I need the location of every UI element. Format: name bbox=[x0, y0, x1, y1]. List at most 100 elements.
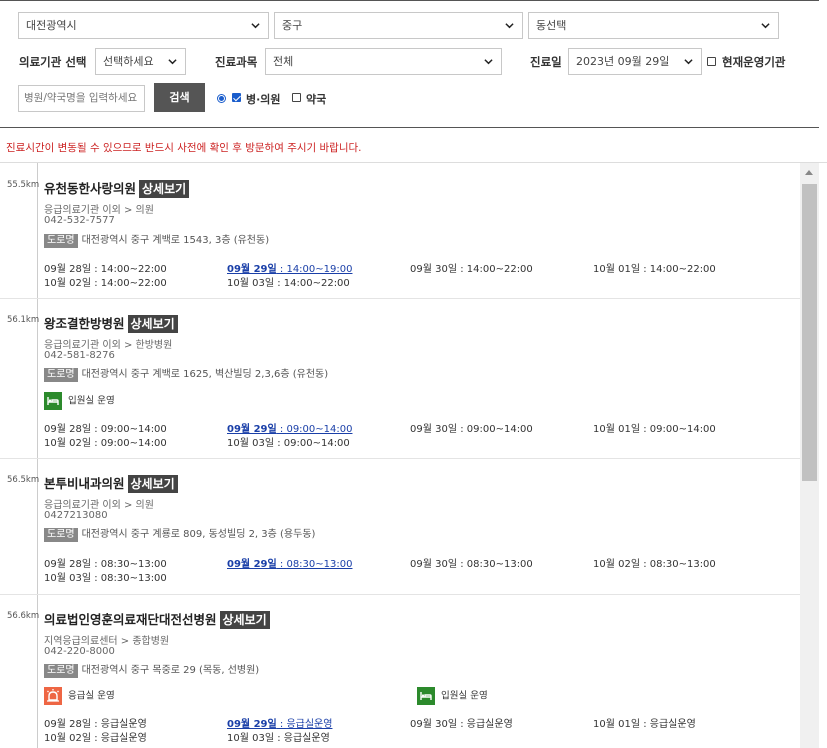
hours-entry: 10월 01일 : 14:00~22:00 bbox=[593, 264, 716, 275]
region-dong-select[interactable]: 동선택 bbox=[528, 12, 779, 39]
scroll-up-arrow-icon[interactable] bbox=[805, 170, 813, 175]
hours-date: 10월 03일 bbox=[44, 573, 92, 584]
service-label: 입원실 운영 bbox=[68, 395, 115, 407]
region-city-value: 대전광역시 bbox=[26, 19, 77, 32]
open-now-checkbox[interactable] bbox=[707, 57, 716, 66]
hours-entry: 10월 01일 : 응급실운영 bbox=[593, 719, 696, 730]
detail-button[interactable]: 상세보기 bbox=[219, 611, 270, 629]
hours-time: 08:30~13:00 bbox=[466, 559, 533, 570]
hours-time: 14:00~22:00 bbox=[649, 264, 716, 275]
hours-date: 09월 29일 bbox=[227, 559, 277, 570]
detail-button[interactable]: 상세보기 bbox=[127, 475, 178, 493]
chevron-down-icon bbox=[251, 23, 260, 29]
facility-name[interactable]: 본투비내과의원 bbox=[44, 476, 125, 491]
siren-icon bbox=[44, 687, 62, 705]
hours-entry-today: 09월 29일 : 08:30~13:00 bbox=[227, 559, 353, 570]
chevron-down-icon bbox=[484, 59, 493, 65]
distance: 56.5km bbox=[7, 475, 40, 485]
hours-date: 10월 02일 bbox=[593, 559, 641, 570]
department-value: 전체 bbox=[273, 55, 294, 68]
facility-phone: 042-581-8276 bbox=[44, 350, 115, 361]
facility-name-row: 의료법인영훈의료재단대전선병원 상세보기 bbox=[44, 609, 270, 629]
hours-date: 09월 30일 bbox=[410, 424, 458, 435]
facility-type-value: 선택하세요 bbox=[103, 55, 154, 68]
facility-address-row: 도로명 대전광역시 중구 계백로 1543, 3층 (유천동) bbox=[44, 231, 269, 248]
facility-name[interactable]: 유천동한사랑의원 bbox=[44, 181, 136, 196]
hours-entry: 09월 30일 : 응급실운영 bbox=[410, 719, 513, 730]
region-city-select[interactable]: 대전광역시 bbox=[18, 12, 269, 39]
hours-time: 응급실운영 bbox=[100, 733, 147, 744]
hours-date: 10월 01일 bbox=[593, 719, 641, 730]
service-label: 응급실 운영 bbox=[68, 690, 115, 702]
road-badge: 도로명 bbox=[44, 368, 78, 382]
hours-time: 응급실운영 bbox=[466, 719, 513, 730]
date-value: 2023년 09월 29일 bbox=[576, 55, 670, 68]
scrollbar[interactable] bbox=[800, 163, 819, 748]
hours-date: 09월 30일 bbox=[410, 264, 458, 275]
chevron-down-icon bbox=[761, 23, 770, 29]
road-badge: 도로명 bbox=[44, 664, 78, 678]
hours-entry: 10월 02일 : 응급실운영 bbox=[44, 733, 147, 744]
hours-time: 14:00~22:00 bbox=[466, 264, 533, 275]
facility-name-row: 왕조결한방병원 상세보기 bbox=[44, 313, 178, 333]
distance: 56.6km bbox=[7, 611, 40, 621]
facility-phone: 042-532-7577 bbox=[44, 215, 115, 226]
facility-name[interactable]: 왕조결한방병원 bbox=[44, 316, 125, 331]
hours-entry: 09월 28일 : 09:00~14:00 bbox=[44, 424, 167, 435]
hours-time: 08:30~13:00 bbox=[100, 573, 167, 584]
hours-entry: 10월 03일 : 08:30~13:00 bbox=[44, 573, 167, 584]
facility-type-label: 의료기관 선택 bbox=[19, 55, 87, 69]
keyword-placeholder: 병원/약국명을 입력하세요 bbox=[24, 92, 138, 104]
hours-time: 14:00~22:00 bbox=[283, 278, 350, 289]
department-select[interactable]: 전체 bbox=[265, 48, 502, 75]
search-button[interactable]: 검색 bbox=[154, 83, 205, 112]
region-district-select[interactable]: 중구 bbox=[274, 12, 523, 39]
facility-address-row: 도로명 대전광역시 중구 계룡로 809, 동성빌딩 2, 3층 (용두동) bbox=[44, 525, 315, 542]
hours-entry: 10월 02일 : 09:00~14:00 bbox=[44, 438, 167, 449]
facility-address: 대전광역시 중구 계룡로 809, 동성빌딩 2, 3층 (용두동) bbox=[81, 529, 316, 540]
hospital-checkbox[interactable] bbox=[232, 93, 241, 102]
hours-date: 10월 03일 bbox=[227, 278, 275, 289]
facility-name[interactable]: 의료법인영훈의료재단대전선병원 bbox=[44, 612, 217, 627]
hospital-option-label: 병·의원 bbox=[246, 93, 281, 106]
hours-entry: 09월 28일 : 14:00~22:00 bbox=[44, 264, 167, 275]
facility-type-select[interactable]: 선택하세요 bbox=[95, 48, 186, 75]
hours-date: 10월 03일 bbox=[227, 438, 275, 449]
facility-address: 대전광역시 중구 계백로 1625, 벽산빌딩 2,3,6층 (유천동) bbox=[81, 369, 329, 380]
chevron-down-icon bbox=[168, 59, 177, 65]
hours-entry-today: 09월 29일 : 응급실운영 bbox=[227, 719, 333, 730]
hours-entry: 09월 30일 : 08:30~13:00 bbox=[410, 559, 533, 570]
bed-icon bbox=[44, 392, 62, 410]
search-panel: 대전광역시 중구 동선택 의료기관 선택 선택하세요 진료과목 전체 진료일 2… bbox=[0, 0, 819, 128]
pharmacy-checkbox[interactable] bbox=[292, 93, 301, 102]
facility-list: 55.5km 유천동한사랑의원 상세보기 응급의료기관 이외 > 의원 042-5… bbox=[0, 162, 827, 748]
hours-time: 09:00~14:00 bbox=[283, 438, 350, 449]
keyword-input[interactable]: 병원/약국명을 입력하세요 bbox=[18, 85, 145, 112]
hours-entry-today: 09월 29일 : 09:00~14:00 bbox=[227, 424, 353, 435]
hours-entry: 09월 28일 : 08:30~13:00 bbox=[44, 559, 167, 570]
facility-phone: 0427213080 bbox=[44, 510, 108, 521]
road-badge: 도로명 bbox=[44, 528, 78, 542]
hours-time: 14:00~22:00 bbox=[100, 278, 167, 289]
list-item: 56.6km 의료법인영훈의료재단대전선병원 상세보기 지역응급의료센터 > 종합… bbox=[0, 595, 800, 748]
scrollbar-thumb[interactable] bbox=[802, 184, 817, 481]
notice-text: 진료시간이 변동될 수 있으므로 반드시 사전에 확인 후 방문하여 주시기 바… bbox=[6, 142, 362, 154]
hours-time: 09:00~14:00 bbox=[466, 424, 533, 435]
hours-date: 10월 02일 bbox=[44, 438, 92, 449]
region-dong-value: 동선택 bbox=[536, 19, 567, 32]
date-label: 진료일 bbox=[530, 55, 562, 69]
hours-date: 10월 02일 bbox=[44, 278, 92, 289]
radio-selected-icon[interactable] bbox=[217, 94, 226, 103]
detail-button[interactable]: 상세보기 bbox=[139, 180, 190, 198]
bed-icon bbox=[417, 687, 435, 705]
road-badge: 도로명 bbox=[44, 234, 78, 248]
facility-phone: 042-220-8000 bbox=[44, 646, 115, 657]
hours-entry: 10월 02일 : 08:30~13:00 bbox=[593, 559, 716, 570]
facility-address-row: 도로명 대전광역시 중구 목중로 29 (목동, 선병원) bbox=[44, 661, 259, 678]
hours-entry: 09월 28일 : 응급실운영 bbox=[44, 719, 147, 730]
facility-address: 대전광역시 중구 계백로 1543, 3층 (유천동) bbox=[81, 235, 270, 246]
hours-entry: 10월 03일 : 응급실운영 bbox=[227, 733, 330, 744]
hours-date: 09월 30일 bbox=[410, 719, 458, 730]
detail-button[interactable]: 상세보기 bbox=[127, 315, 178, 333]
date-select[interactable]: 2023년 09월 29일 bbox=[568, 48, 702, 75]
